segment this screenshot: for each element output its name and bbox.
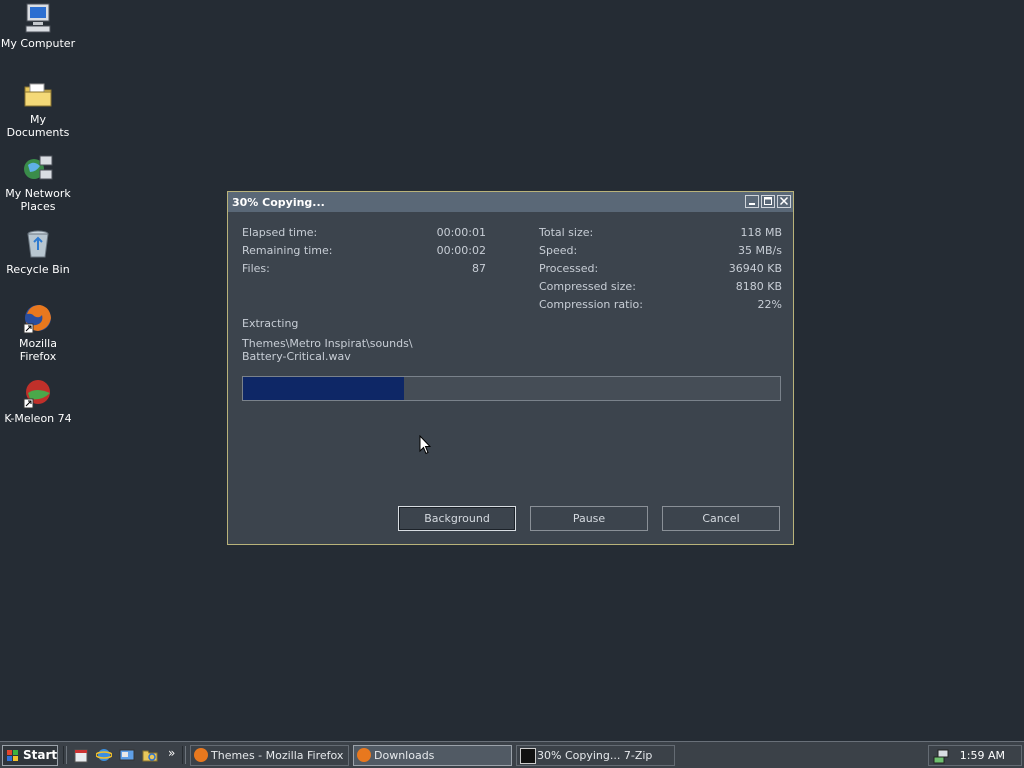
minimize-button[interactable] bbox=[745, 195, 759, 208]
stat-value: 8180 KB bbox=[735, 280, 782, 293]
stat-value: 22% bbox=[757, 298, 782, 311]
stat-label: Elapsed time: bbox=[242, 226, 318, 239]
stat-value: 87 bbox=[472, 262, 486, 275]
show-desktop-icon[interactable] bbox=[119, 747, 135, 763]
cancel-button[interactable]: Cancel bbox=[662, 506, 780, 531]
stat-label: Processed: bbox=[539, 262, 599, 275]
stat-value: 118 MB bbox=[740, 226, 782, 239]
stat-row-total-size: Total size: 118 MB bbox=[539, 226, 782, 244]
left-stats: Elapsed time: 00:00:01 Remaining time: 0… bbox=[242, 226, 486, 280]
stat-row-processed: Processed: 36940 KB bbox=[539, 262, 782, 280]
desktop-icon-label: Recycle Bin bbox=[6, 263, 70, 276]
quick-launch-overflow[interactable]: » bbox=[168, 746, 175, 760]
stat-value: 00:00:01 bbox=[436, 226, 486, 239]
windows-logo-icon bbox=[7, 750, 18, 761]
firefox-icon bbox=[357, 748, 371, 762]
desktop-icon-label: My Network Places bbox=[5, 187, 71, 213]
close-button[interactable] bbox=[777, 195, 791, 208]
stat-row-elapsed-time: Elapsed time: 00:00:01 bbox=[242, 226, 486, 244]
mouse-cursor-icon bbox=[419, 435, 431, 455]
stat-value: 35 MB/s bbox=[738, 244, 782, 257]
pause-button[interactable]: Pause bbox=[530, 506, 648, 531]
folder-icon bbox=[22, 78, 54, 110]
my-computer-icon bbox=[22, 2, 54, 34]
firefox-icon bbox=[22, 302, 54, 334]
desktop-icon-label: My Documents bbox=[6, 113, 70, 139]
path-line-1: Themes\Metro Inspirat\sounds\ bbox=[242, 337, 413, 350]
maximize-button[interactable] bbox=[761, 195, 775, 208]
background-button[interactable]: Background bbox=[398, 506, 516, 531]
task-button-themes-firefox[interactable]: Themes - Mozilla Firefox bbox=[190, 745, 349, 766]
start-label: Start bbox=[23, 748, 58, 762]
explorer-icon[interactable] bbox=[142, 747, 158, 763]
desktop-icon-label: K-Meleon 74 bbox=[4, 412, 72, 425]
stat-value: 36940 KB bbox=[728, 262, 782, 275]
recycle-bin-icon bbox=[22, 228, 54, 260]
stat-label: Remaining time: bbox=[242, 244, 333, 257]
task-label: 30% Copying... 7-Zip bbox=[537, 749, 653, 762]
copy-progress-dialog: 30% Copying... Elapsed time: 00:00:01 Re… bbox=[227, 191, 794, 545]
system-tray: 1:59 AM bbox=[928, 745, 1022, 766]
stat-row-files: Files: 87 bbox=[242, 262, 486, 280]
k-meleon-icon bbox=[22, 377, 54, 409]
taskbar-separator bbox=[182, 746, 186, 764]
desktop-icon-label: My Computer bbox=[0, 37, 76, 50]
stat-row-remaining-time: Remaining time: 00:00:02 bbox=[242, 244, 486, 262]
task-label: Downloads bbox=[374, 749, 435, 762]
maximize-icon bbox=[764, 197, 772, 205]
taskbar-separator bbox=[63, 746, 67, 764]
calendar-icon[interactable] bbox=[73, 747, 89, 763]
current-file-path: Themes\Metro Inspirat\sounds\ Battery-Cr… bbox=[242, 337, 542, 363]
stat-label: Files: bbox=[242, 262, 270, 275]
desktop-icon-recycle-bin[interactable]: Recycle Bin bbox=[0, 228, 76, 276]
desktop-icon-label: Mozilla Firefox bbox=[19, 337, 57, 363]
dialog-title: 30% Copying... bbox=[232, 195, 325, 209]
desktop-icon-k-meleon[interactable]: K-Meleon 74 bbox=[0, 377, 76, 425]
path-line-2: Battery-Critical.wav bbox=[242, 350, 351, 363]
start-button[interactable]: Start bbox=[2, 745, 58, 766]
clock[interactable]: 1:59 AM bbox=[960, 746, 1005, 765]
network-places-icon bbox=[22, 152, 54, 184]
7zip-icon bbox=[520, 748, 536, 764]
desktop-icon-my-network-places[interactable]: My Network Places bbox=[0, 152, 76, 213]
right-stats: Total size: 118 MB Speed: 35 MB/s Proces… bbox=[539, 226, 782, 316]
stat-row-compression-ratio: Compression ratio: 22% bbox=[539, 298, 782, 316]
taskbar: Start » Themes - Mozilla Firefox Downloa… bbox=[0, 741, 1024, 768]
stat-label: Compressed size: bbox=[539, 280, 636, 293]
close-icon bbox=[779, 196, 789, 206]
operation-label: Extracting bbox=[242, 317, 299, 330]
minimize-icon bbox=[749, 203, 755, 205]
stat-label: Compression ratio: bbox=[539, 298, 643, 311]
stat-label: Speed: bbox=[539, 244, 578, 257]
desktop-icon-my-documents[interactable]: My Documents bbox=[0, 78, 76, 139]
task-button-7zip[interactable]: 30% Copying... 7-Zip bbox=[516, 745, 675, 766]
task-label: Themes - Mozilla Firefox bbox=[211, 749, 344, 762]
internet-explorer-icon[interactable] bbox=[96, 747, 112, 763]
stat-value: 00:00:02 bbox=[436, 244, 486, 257]
dialog-titlebar[interactable]: 30% Copying... bbox=[228, 192, 793, 212]
network-tray-icon[interactable] bbox=[933, 748, 949, 764]
desktop-icon-mozilla-firefox[interactable]: Mozilla Firefox bbox=[0, 302, 76, 363]
desktop-icon-my-computer[interactable]: My Computer bbox=[0, 2, 76, 50]
stat-label: Total size: bbox=[539, 226, 594, 239]
stat-row-speed: Speed: 35 MB/s bbox=[539, 244, 782, 262]
progress-bar bbox=[242, 376, 781, 401]
progress-bar-fill bbox=[243, 377, 405, 400]
task-button-downloads[interactable]: Downloads bbox=[353, 745, 512, 766]
stat-row-compressed-size: Compressed size: 8180 KB bbox=[539, 280, 782, 298]
firefox-icon bbox=[194, 748, 208, 762]
